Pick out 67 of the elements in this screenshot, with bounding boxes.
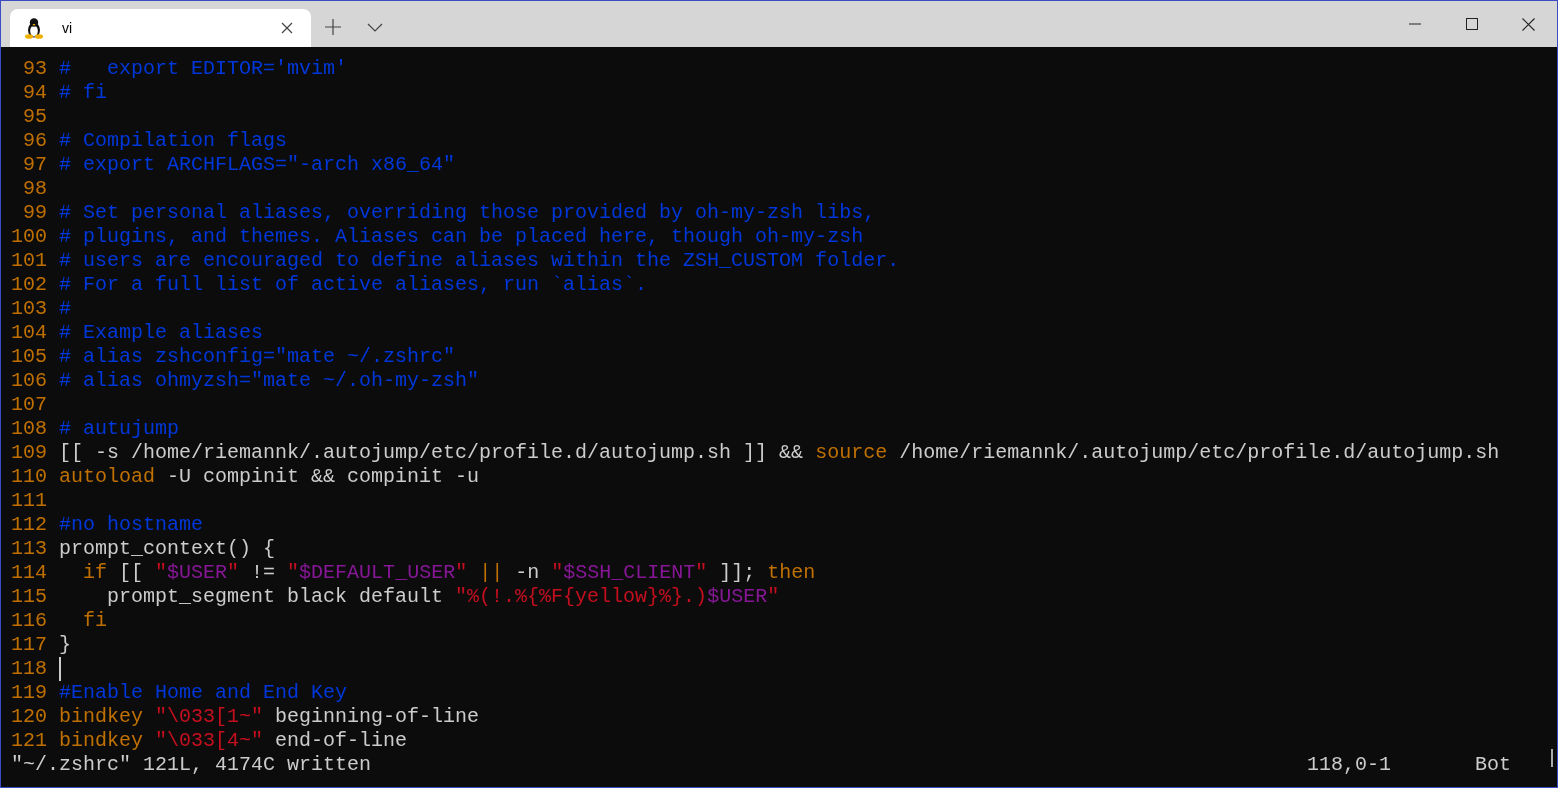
code-line: # Compilation flags [59, 129, 288, 153]
line-number: 106 [11, 369, 47, 393]
line-number: 115 [11, 585, 47, 609]
code-line: # Set personal aliases, overriding those provided by oh-my-zsh libs, [59, 201, 876, 225]
line-number: 111 [11, 489, 47, 513]
new-tab-button[interactable] [323, 17, 343, 37]
line-number: 116 [11, 609, 47, 633]
line-number: 113 [11, 537, 47, 561]
line-number: 119 [11, 681, 47, 705]
code-line: } [59, 633, 71, 657]
code-line: [[ -s /home/riemannk/.autojump/etc/profile.d/autojump.sh ]] && source /home/riemannk/.autojump/etc/profile.d/autojump.sh [59, 441, 1500, 465]
line-number: 109 [11, 441, 47, 465]
tab-title: vi [62, 18, 74, 38]
code-line: # Example aliases [59, 321, 264, 345]
line-number: 96 [22, 129, 47, 153]
line-number: 105 [11, 345, 47, 369]
code-line: if [[ "$USER" != "$DEFAULT_USER" || -n "$SSH_CLIENT" ]]; then [82, 561, 816, 585]
code-line: #no hostname [59, 513, 204, 537]
line-number: 118 [11, 657, 47, 681]
line-number: 108 [11, 417, 47, 441]
code-line: bindkey "\033[1~" beginning-of-line [59, 705, 480, 729]
code-line: prompt_segment black default "%(!.%{%F{yellow}%}.)$USER" [106, 585, 780, 609]
code-line: # export ARCHFLAGS="-arch x86_64" [59, 153, 456, 177]
line-number: 93 [22, 57, 47, 81]
code-line: # autujump [59, 417, 180, 441]
plus-icon [325, 19, 341, 35]
code-line: # alias ohmyzsh="mate ~/.oh-my-zsh" [59, 369, 480, 393]
line-number: 94 [22, 81, 47, 105]
terminal-tab[interactable]: vi [10, 9, 311, 47]
line-number: 97 [22, 153, 47, 177]
code-line: # [59, 297, 71, 321]
cursor-position: 118,0-1 [1307, 753, 1392, 777]
line-number: 107 [11, 393, 47, 417]
line-number: 102 [11, 273, 47, 297]
close-icon [1522, 17, 1535, 31]
code-line: # fi [59, 81, 107, 105]
line-number: 95 [22, 105, 47, 129]
penguin-icon [24, 17, 44, 39]
line-number: 103 [11, 297, 47, 321]
code-line: fi [82, 609, 107, 633]
minimize-icon [1408, 23, 1421, 25]
code-line: # For a full list of active aliases, run `alias`. [59, 273, 648, 297]
line-number: 100 [11, 225, 47, 249]
status-message: "~/.zshrc" 121L, 4174C written [11, 753, 373, 777]
line-number: 112 [11, 513, 47, 537]
line-number: 114 [11, 561, 47, 585]
chevron-down-icon [367, 22, 383, 32]
code-line: prompt_context() { [59, 537, 276, 561]
line-number: 104 [11, 321, 47, 345]
code-line: #Enable Home and End Key [59, 681, 348, 705]
code-line: # alias zshconfig="mate ~/.zshrc" [59, 345, 456, 369]
line-number: 98 [22, 177, 47, 201]
close-icon [281, 22, 293, 34]
code-line: bindkey "\033[4~" end-of-line [59, 729, 408, 753]
line-number: 99 [22, 201, 47, 225]
line-number: 110 [11, 465, 47, 489]
line-number: 120 [11, 705, 47, 729]
code-line: autoload -U compinit && compinit -u [59, 465, 480, 489]
scrollbar-thumb[interactable] [1551, 749, 1553, 767]
scroll-position: Bot [1475, 753, 1511, 777]
code-line: # export EDITOR='mvim' [59, 57, 348, 81]
code-line: # users are encouraged to define aliases within the ZSH_CUSTOM folder. [59, 249, 900, 273]
maximize-icon [1465, 18, 1478, 30]
code-line: # plugins, and themes. Aliases can be placed here, though oh-my-zsh [59, 225, 864, 249]
line-number: 101 [11, 249, 47, 273]
line-number: 121 [11, 729, 47, 753]
line-number: 117 [11, 633, 47, 657]
